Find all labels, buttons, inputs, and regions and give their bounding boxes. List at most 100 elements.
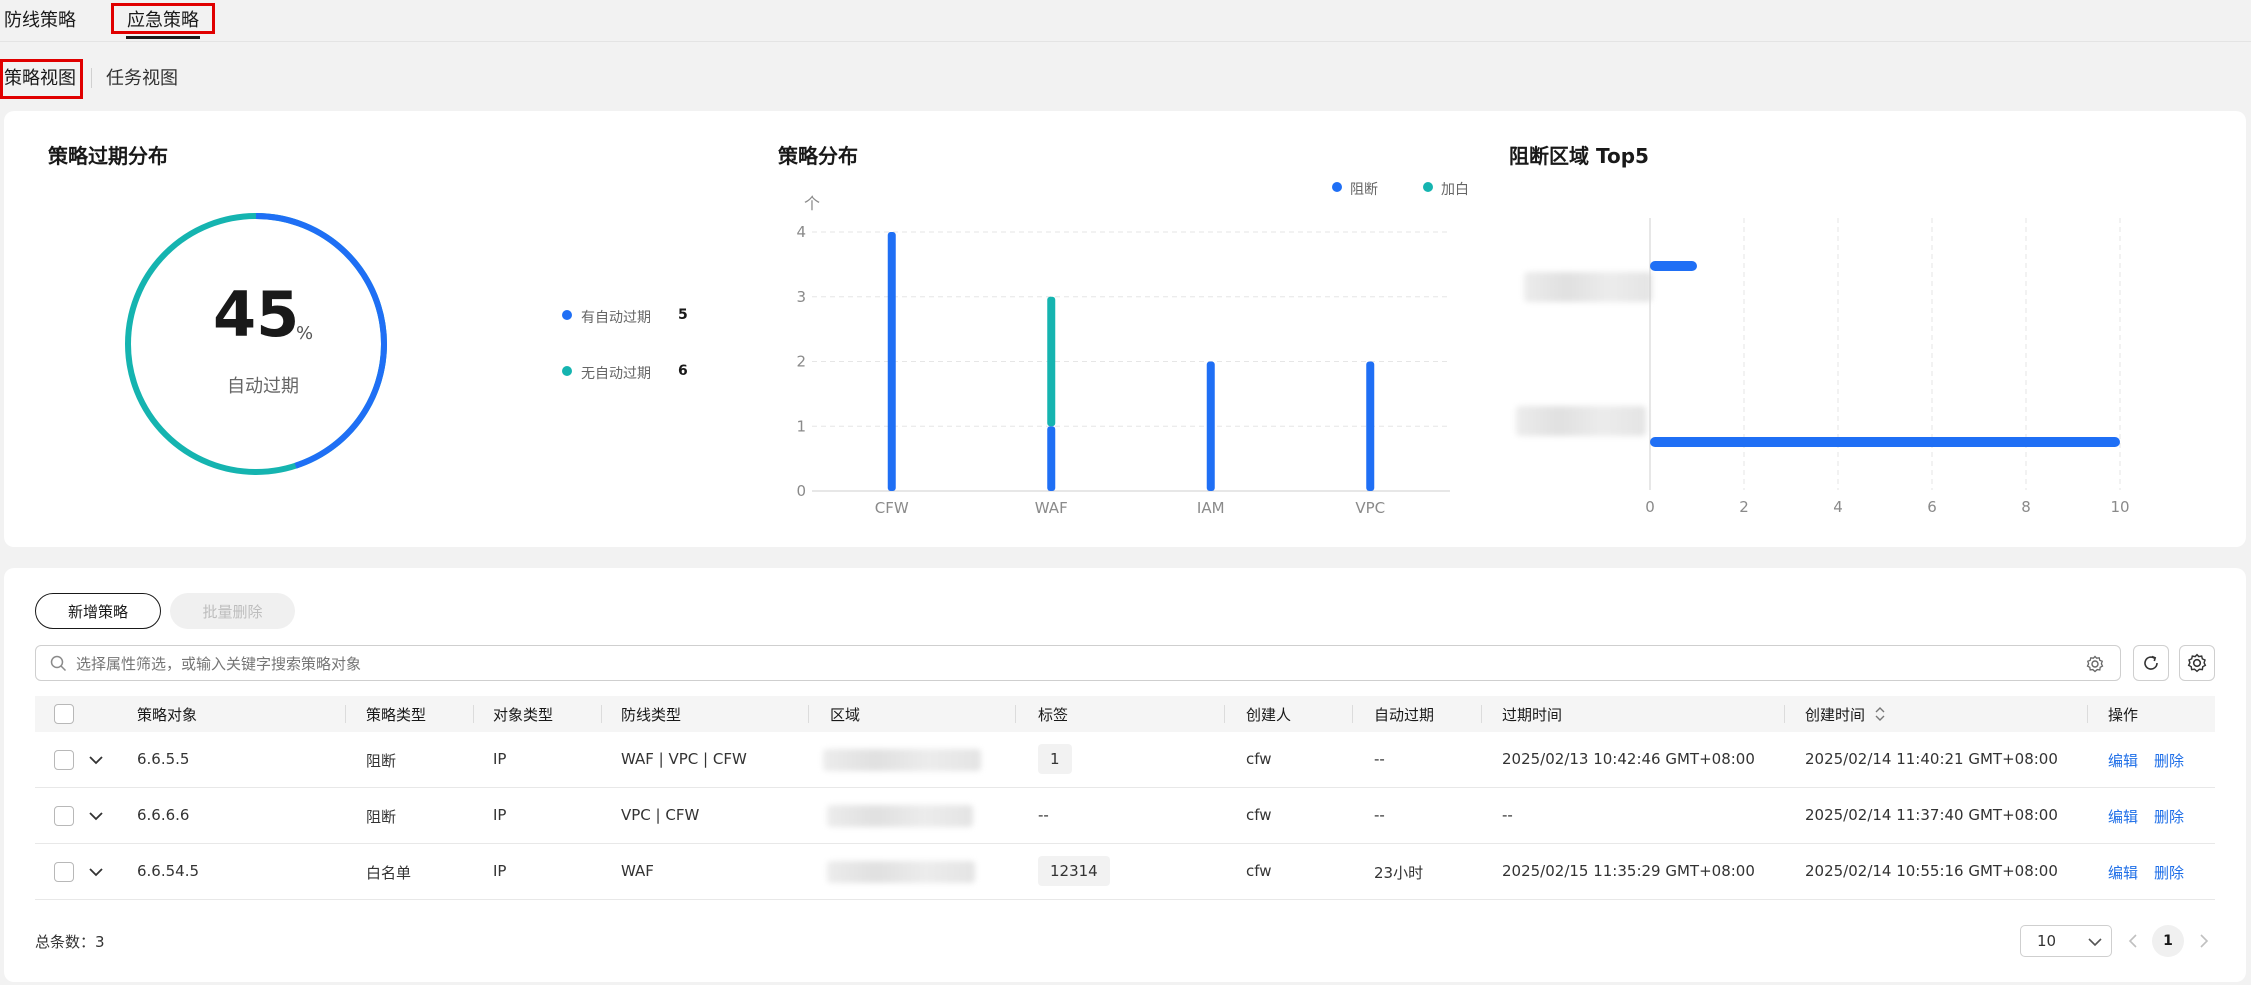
expand-chevron-down-icon[interactable]: [85, 805, 107, 827]
cell-defense-type: WAF: [621, 862, 654, 880]
y-tick-label: 4: [796, 223, 806, 241]
cell-policy-type: 阻断: [366, 752, 397, 770]
expand-chevron-down-icon[interactable]: [85, 749, 107, 771]
dist-legend-allow: 加白: [1441, 182, 1469, 198]
page-size-value: 10: [2037, 932, 2057, 950]
cell-policy-object: 6.6.54.5: [137, 862, 200, 880]
col-divider: [1481, 705, 1482, 723]
col-divider: [1015, 705, 1016, 723]
dist-legend-dot-block: [1332, 182, 1342, 192]
dist-chart-title: 策略分布: [778, 144, 858, 168]
batch-delete-button[interactable]: 批量删除: [170, 593, 295, 629]
delete-link[interactable]: 删除: [2154, 806, 2184, 827]
cell-expire-time: 2025/02/15 11:35:29 GMT+08:00: [1502, 862, 1755, 880]
dist-bar-chart: 0 1 2 3 4 CFW WAF IAM VPC: [796, 223, 1450, 515]
col-defense-type: 防线类型: [621, 706, 682, 724]
col-create-time[interactable]: 创建时间: [1805, 704, 1865, 725]
col-actions: 操作: [2108, 706, 2139, 724]
cell-auto-expire: --: [1374, 806, 1385, 824]
table-row: 6.6.6.6 阻断 IP VPC | CFW -- cfw -- -- 202…: [35, 788, 2215, 844]
search-input[interactable]: [76, 652, 2036, 676]
cell-object-type: IP: [493, 806, 507, 824]
table-row: 6.6.5.5 阻断 IP WAF | VPC | CFW 1 cfw -- 2…: [35, 732, 2215, 788]
col-divider: [1784, 705, 1785, 723]
x-tick-label: 0: [1645, 498, 1655, 516]
col-object-type: 对象类型: [493, 706, 554, 724]
cell-region-blurred: [827, 805, 973, 827]
col-divider: [1224, 705, 1225, 723]
cell-policy-object: 6.6.6.6: [137, 806, 190, 824]
add-policy-button[interactable]: 新增策略: [35, 593, 161, 629]
table-row: 6.6.54.5 白名单 IP WAF 12314 cfw 23小时 2025/…: [35, 844, 2215, 900]
x-tick-label: 10: [2110, 498, 2129, 516]
x-tick-label: 4: [1833, 498, 1843, 516]
x-tick-label: 8: [2021, 498, 2031, 516]
row-checkbox[interactable]: [54, 750, 74, 770]
y-tick-label: 0: [796, 482, 806, 500]
bar-cfw: [887, 232, 896, 491]
cell-creator: cfw: [1246, 862, 1272, 880]
expiry-center-label: 自动过期: [227, 376, 299, 397]
select-all-checkbox[interactable]: [54, 704, 74, 724]
legend-label-auto: 有自动过期: [581, 310, 651, 326]
x-tick-label: 6: [1927, 498, 1937, 516]
col-expire-time: 过期时间: [1502, 706, 1563, 724]
edit-link[interactable]: 编辑: [2108, 862, 2138, 883]
col-policy-object: 策略对象: [137, 706, 198, 724]
legend-label-no-auto: 无自动过期: [581, 366, 651, 382]
current-page-button[interactable]: 1: [2152, 925, 2184, 957]
dist-y-unit: 个: [804, 194, 821, 213]
top5-chart-title: 阻断区域 Top5: [1509, 144, 1649, 168]
col-divider: [1352, 705, 1353, 723]
bar-waf: [1047, 296, 1056, 427]
cell-create-time: 2025/02/14 11:40:21 GMT+08:00: [1805, 750, 2058, 768]
total-count: 总条数：3: [35, 933, 105, 951]
delete-link[interactable]: 删除: [2154, 862, 2184, 883]
search-bar[interactable]: [35, 645, 2121, 681]
chevron-down-icon: [2088, 938, 2102, 947]
legend-value-auto: 5: [678, 307, 688, 323]
expiry-chart-title: 策略过期分布: [48, 144, 168, 168]
bar-vpc: [1366, 361, 1375, 491]
row-checkbox[interactable]: [54, 806, 74, 826]
cell-tag: --: [1038, 806, 1049, 824]
highlight-box: [0, 59, 83, 99]
refresh-icon: [2144, 655, 2158, 670]
col-auto-expire: 自动过期: [1374, 706, 1435, 724]
subtab-task-view[interactable]: 任务视图: [106, 64, 178, 90]
expand-chevron-down-icon[interactable]: [85, 861, 107, 883]
refresh-button[interactable]: [2133, 645, 2169, 681]
cell-region-blurred: [823, 749, 981, 771]
delete-link[interactable]: 删除: [2154, 750, 2184, 771]
col-divider: [808, 705, 809, 723]
page-size-select[interactable]: 10: [2020, 925, 2112, 957]
region-label-blurred: [1516, 406, 1646, 436]
row-checkbox[interactable]: [54, 862, 74, 882]
tab-defense-policy[interactable]: 防线策略: [4, 6, 76, 32]
edit-link[interactable]: 编辑: [2108, 806, 2138, 827]
y-tick-label: 2: [796, 353, 806, 371]
top-tab-bar: 防线策略 应急策略: [0, 0, 2251, 42]
legend-dot-auto: [562, 310, 572, 320]
next-page-chevron-right-icon[interactable]: [2196, 932, 2212, 950]
top5-bar-chart: 0 2 4 6 8 10: [1645, 218, 2130, 516]
highlight-box: [111, 3, 215, 34]
cell-object-type: IP: [493, 750, 507, 768]
cell-defense-type: VPC | CFW: [621, 806, 700, 824]
cell-tag: 12314: [1038, 856, 1110, 886]
cell-create-time: 2025/02/14 11:37:40 GMT+08:00: [1805, 806, 2058, 824]
y-tick-label: 1: [796, 417, 806, 435]
col-divider: [2087, 705, 2088, 723]
prev-page-chevron-left-icon[interactable]: [2125, 932, 2141, 950]
active-tab-underline: [126, 36, 200, 39]
table-settings-button[interactable]: [2179, 645, 2215, 681]
edit-link[interactable]: 编辑: [2108, 750, 2138, 771]
col-tag: 标签: [1038, 706, 1069, 724]
dist-legend-block: 阻断: [1350, 182, 1378, 198]
search-settings-gear-icon[interactable]: [2086, 655, 2104, 673]
region-label-blurred: [1524, 272, 1652, 302]
cell-policy-object: 6.6.5.5: [137, 750, 190, 768]
legend-dot-no-auto: [562, 366, 572, 376]
legend-value-no-auto: 6: [678, 363, 688, 379]
sort-icon[interactable]: [1873, 706, 1887, 722]
